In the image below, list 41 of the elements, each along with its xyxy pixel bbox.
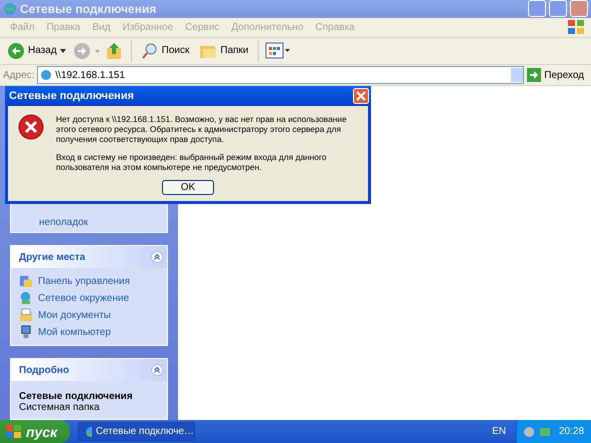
- computer-icon: [19, 325, 33, 339]
- sidebar-link[interactable]: Мои документы: [19, 308, 159, 322]
- error-message: Вход в систему не произведен: выбранный режим входа для данного пользователя на этом компьютере не предусмотрен.: [56, 152, 328, 172]
- close-button[interactable]: [353, 88, 369, 104]
- error-icon: [18, 114, 44, 140]
- address-field[interactable]: \\192.168.1.151: [37, 66, 524, 84]
- taskbar-button[interactable]: Сетевые подключе…: [78, 422, 195, 441]
- address-label: Адрес:: [3, 70, 34, 81]
- folders-button[interactable]: Папки: [196, 42, 252, 59]
- collapse-chevron-icon[interactable]: [151, 251, 163, 263]
- ok-button[interactable]: OK: [162, 180, 214, 195]
- sidebar-link[interactable]: Мой компьютер: [19, 325, 159, 339]
- search-button[interactable]: Поиск: [138, 42, 192, 60]
- sidebar-link[interactable]: неполадок: [39, 217, 159, 228]
- go-button[interactable]: Переход: [527, 68, 588, 82]
- sidebar-link[interactable]: Панель управления: [19, 274, 159, 288]
- close-button[interactable]: [570, 0, 588, 18]
- panel-title: Подробно: [19, 364, 70, 376]
- forward-button[interactable]: [72, 42, 101, 60]
- flag-logo-icon: [6, 424, 22, 438]
- search-icon: [140, 42, 159, 60]
- collapse-chevron-icon[interactable]: [151, 364, 163, 376]
- clock: 20:28: [559, 426, 584, 437]
- minimize-button[interactable]: [528, 0, 546, 18]
- details-type: Системная папка: [19, 402, 101, 413]
- window-title: Сетевые подключения: [20, 2, 158, 16]
- language-indicator[interactable]: EN: [492, 426, 506, 437]
- back-button[interactable]: Назад: [4, 42, 69, 60]
- flag-logo-icon: [567, 19, 585, 36]
- arrow-icon: [527, 68, 542, 82]
- restore-button[interactable]: [549, 0, 567, 18]
- error-message: Нет доступа к \\192.168.1.151. Возможно, у вас нет прав на использование этого сетевого ресурса. Обратитесь к администратору этого сервера для получения соответствующих прав доступа.: [56, 114, 348, 144]
- view-menu-icon[interactable]: [264, 42, 290, 60]
- control-panel-icon: [19, 274, 33, 288]
- panel-title: Другие места: [19, 252, 86, 262]
- sidebar-link[interactable]: Сетевое окружение: [19, 291, 159, 305]
- details-name: Сетевые подключения: [19, 391, 134, 402]
- start-button[interactable]: пуск: [0, 420, 70, 443]
- caret-icon: [60, 48, 66, 53]
- dialog-title: Сетевые подключения: [9, 90, 134, 102]
- folder-icon: [19, 308, 33, 322]
